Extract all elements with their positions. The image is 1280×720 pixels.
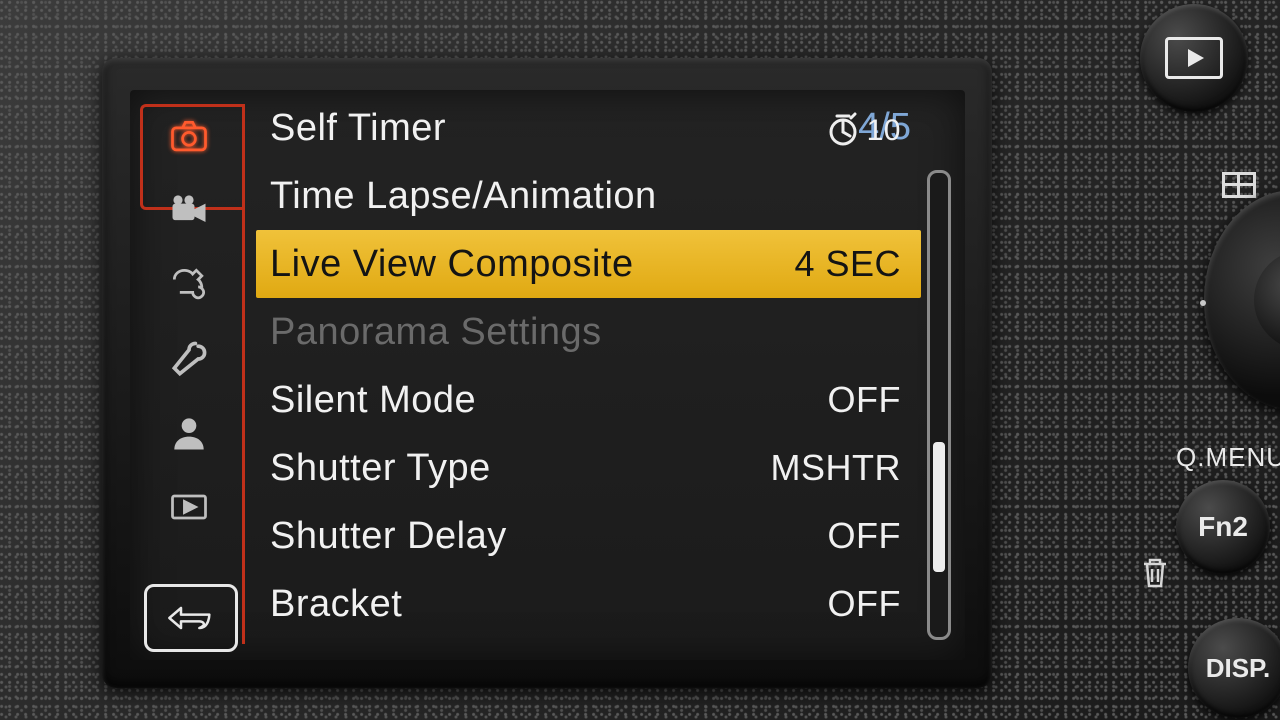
menu-item-shutter-delay[interactable]: Shutter Delay OFF — [256, 502, 921, 570]
dial-dot — [1200, 300, 1206, 306]
menu-item-label: Self Timer — [270, 107, 446, 150]
qmenu-label: Q.MENU — [1176, 442, 1280, 473]
menu-item-shutter-type[interactable]: Shutter Type MSHTR — [256, 434, 921, 502]
menu-item-bracket[interactable]: Bracket OFF — [256, 570, 921, 638]
scrollbar-thumb[interactable] — [933, 442, 945, 572]
camera-back: 4/5 Self Timer 10 Time Lapse/Animation L… — [0, 0, 1280, 720]
menu-item-label: Silent Mode — [270, 379, 476, 422]
menu-item-panorama-settings: Panorama Settings — [256, 298, 921, 366]
menu-item-label: Time Lapse/Animation — [270, 175, 657, 218]
menu-item-value: 10 — [823, 108, 901, 148]
menu-item-value: 4 SEC — [794, 243, 901, 285]
menu-item-label: Shutter Delay — [270, 515, 507, 558]
menu-item-value: MSHTR — [771, 447, 902, 489]
tab-setup[interactable] — [153, 328, 225, 390]
menu-item-time-lapse[interactable]: Time Lapse/Animation — [256, 162, 921, 230]
disp-label: DISP. — [1206, 653, 1271, 684]
fn2-label: Fn2 — [1198, 511, 1248, 543]
self-timer-icon — [823, 108, 863, 148]
tab-myset[interactable] — [153, 402, 225, 464]
tab-camera[interactable] — [153, 106, 225, 168]
menu-item-value: OFF — [828, 515, 901, 557]
fn2-button[interactable]: Fn2 — [1176, 480, 1270, 574]
tab-video[interactable] — [153, 180, 225, 242]
play-icon — [1165, 37, 1223, 79]
menu-list: Self Timer 10 Time Lapse/Animation Live … — [256, 94, 921, 656]
grid-icon — [1222, 172, 1256, 198]
tab-playback[interactable] — [153, 476, 225, 538]
menu-item-silent-mode[interactable]: Silent Mode OFF — [256, 366, 921, 434]
menu-item-label: Live View Composite — [270, 243, 634, 286]
menu-item-label: Shutter Type — [270, 447, 491, 490]
scrollbar-track[interactable] — [927, 170, 951, 640]
back-button[interactable] — [144, 584, 238, 652]
trash-icon — [1140, 556, 1170, 595]
menu-item-live-view-composite[interactable]: Live View Composite 4 SEC — [256, 230, 921, 298]
menu-item-value: OFF — [828, 379, 901, 421]
menu-item-value: OFF — [828, 583, 901, 625]
menu-item-label: Bracket — [270, 583, 402, 626]
menu-item-self-timer[interactable]: Self Timer 10 — [256, 94, 921, 162]
disp-button[interactable]: DISP. — [1188, 618, 1280, 718]
menu-tabs — [130, 90, 248, 660]
menu-item-label: Panorama Settings — [270, 311, 602, 354]
tab-custom[interactable] — [153, 254, 225, 316]
playback-button[interactable] — [1140, 4, 1248, 112]
lcd-screen[interactable]: 4/5 Self Timer 10 Time Lapse/Animation L… — [130, 90, 965, 660]
